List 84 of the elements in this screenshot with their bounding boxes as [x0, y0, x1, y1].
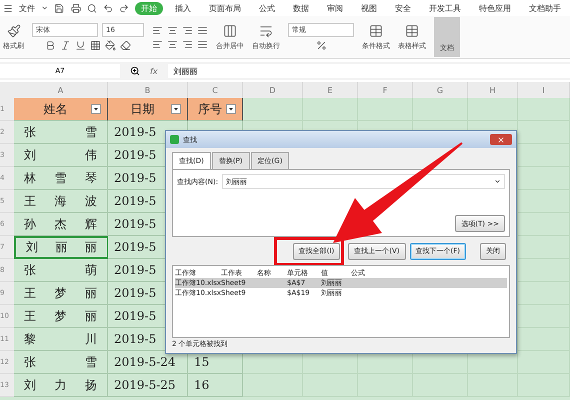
table-cell — [518, 190, 570, 213]
ribbon-tab[interactable]: 插入 — [169, 2, 197, 14]
table-cell — [518, 282, 570, 305]
file-menu[interactable]: 文件 — [19, 2, 36, 14]
ribbon-tab[interactable]: 页面布局 — [203, 2, 247, 14]
table-cell — [518, 144, 570, 167]
underline-icon[interactable] — [75, 40, 86, 51]
table-icon[interactable] — [369, 24, 383, 38]
paintbrush-icon[interactable] — [6, 24, 20, 38]
ribbon-tab[interactable]: 安全 — [389, 2, 417, 14]
table-cell: 2019-5-25 — [108, 374, 188, 397]
table-cell: 王梦丽 — [14, 305, 108, 328]
table-cell: 16 — [188, 374, 243, 397]
table-cell: 刘丽丽 — [14, 236, 108, 259]
align-left-icon[interactable] — [152, 38, 163, 50]
filter-dropdown-icon[interactable] — [171, 104, 181, 114]
table-cell — [518, 351, 570, 374]
filter-dropdown-icon[interactable] — [226, 104, 236, 114]
table-cell — [518, 305, 570, 328]
column-header: D — [243, 82, 303, 98]
redo-icon[interactable] — [118, 2, 129, 14]
ribbon-tab[interactable]: 视图 — [355, 2, 383, 14]
header-cell: 姓名 — [14, 98, 108, 121]
table-cell — [518, 213, 570, 236]
header-cell: 日期 — [108, 98, 188, 121]
table-cell — [518, 121, 570, 144]
ribbon-tab[interactable]: 文档助手 — [523, 2, 567, 14]
ribbon-tab[interactable]: 特色应用 — [473, 2, 517, 14]
column-header: G — [413, 82, 468, 98]
align-left-icon[interactable] — [152, 24, 163, 36]
column-header: I — [518, 82, 570, 98]
table-cell: 黎川 — [14, 328, 108, 351]
percent-icon[interactable] — [316, 40, 326, 51]
table-cell: 王海波 — [14, 190, 108, 213]
close-button[interactable] — [490, 134, 512, 145]
align-right-icon[interactable] — [182, 38, 193, 50]
app-logo-icon — [170, 135, 179, 144]
align-center-icon[interactable] — [167, 38, 178, 50]
merge-icon[interactable] — [223, 24, 237, 38]
align-center-icon[interactable] — [167, 24, 178, 36]
table-cell: 刘伟 — [14, 144, 108, 167]
table-cell — [518, 259, 570, 282]
table-cell: 王梦丽 — [14, 282, 108, 305]
align-right-icon[interactable] — [182, 24, 193, 36]
justify-icon[interactable] — [197, 24, 208, 36]
italic-icon[interactable] — [60, 40, 71, 51]
justify-icon[interactable] — [197, 38, 208, 50]
table-cell — [518, 167, 570, 190]
table-cell — [518, 98, 570, 121]
close-icon — [497, 136, 505, 144]
header-cell: 序号 — [188, 98, 243, 121]
table-cell: 林雪琴 — [14, 167, 108, 190]
eraser-icon[interactable] — [120, 40, 131, 51]
save-icon[interactable] — [54, 2, 65, 14]
dropdown-icon[interactable] — [494, 178, 501, 185]
table-cell: 刘力扬 — [14, 374, 108, 397]
menu-icon[interactable] — [3, 2, 14, 14]
table-cell — [518, 236, 570, 259]
filter-dropdown-icon[interactable] — [91, 104, 101, 114]
table-icon[interactable] — [405, 24, 419, 38]
table-cell — [243, 374, 303, 397]
bold-icon[interactable] — [45, 40, 56, 51]
table-cell: 张雪 — [14, 351, 108, 374]
table-cell: 孙杰辉 — [14, 213, 108, 236]
print-icon[interactable] — [70, 2, 81, 14]
fx-label: fx — [150, 66, 158, 76]
column-header: E — [303, 82, 358, 98]
zoom-icon — [130, 66, 140, 76]
wrap-icon[interactable] — [259, 24, 273, 38]
ribbon-tab[interactable]: 开发工具 — [423, 2, 467, 14]
border-icon[interactable] — [90, 40, 101, 51]
table-cell: 张萌 — [14, 259, 108, 282]
print-preview-icon[interactable] — [86, 2, 97, 14]
ribbon-tab[interactable]: 公式 — [253, 2, 281, 14]
column-header: H — [468, 82, 518, 98]
table-cell: 张雪 — [14, 121, 108, 144]
ribbon-tab[interactable]: 数据 — [287, 2, 315, 14]
column-header: F — [358, 82, 413, 98]
fill-color-icon[interactable] — [105, 40, 116, 51]
formula-field[interactable]: 刘丽丽 — [168, 64, 570, 78]
chevron-icon — [41, 4, 48, 12]
undo-icon[interactable] — [102, 2, 113, 14]
ribbon-tab[interactable]: 审阅 — [321, 2, 349, 14]
table-cell — [518, 328, 570, 351]
